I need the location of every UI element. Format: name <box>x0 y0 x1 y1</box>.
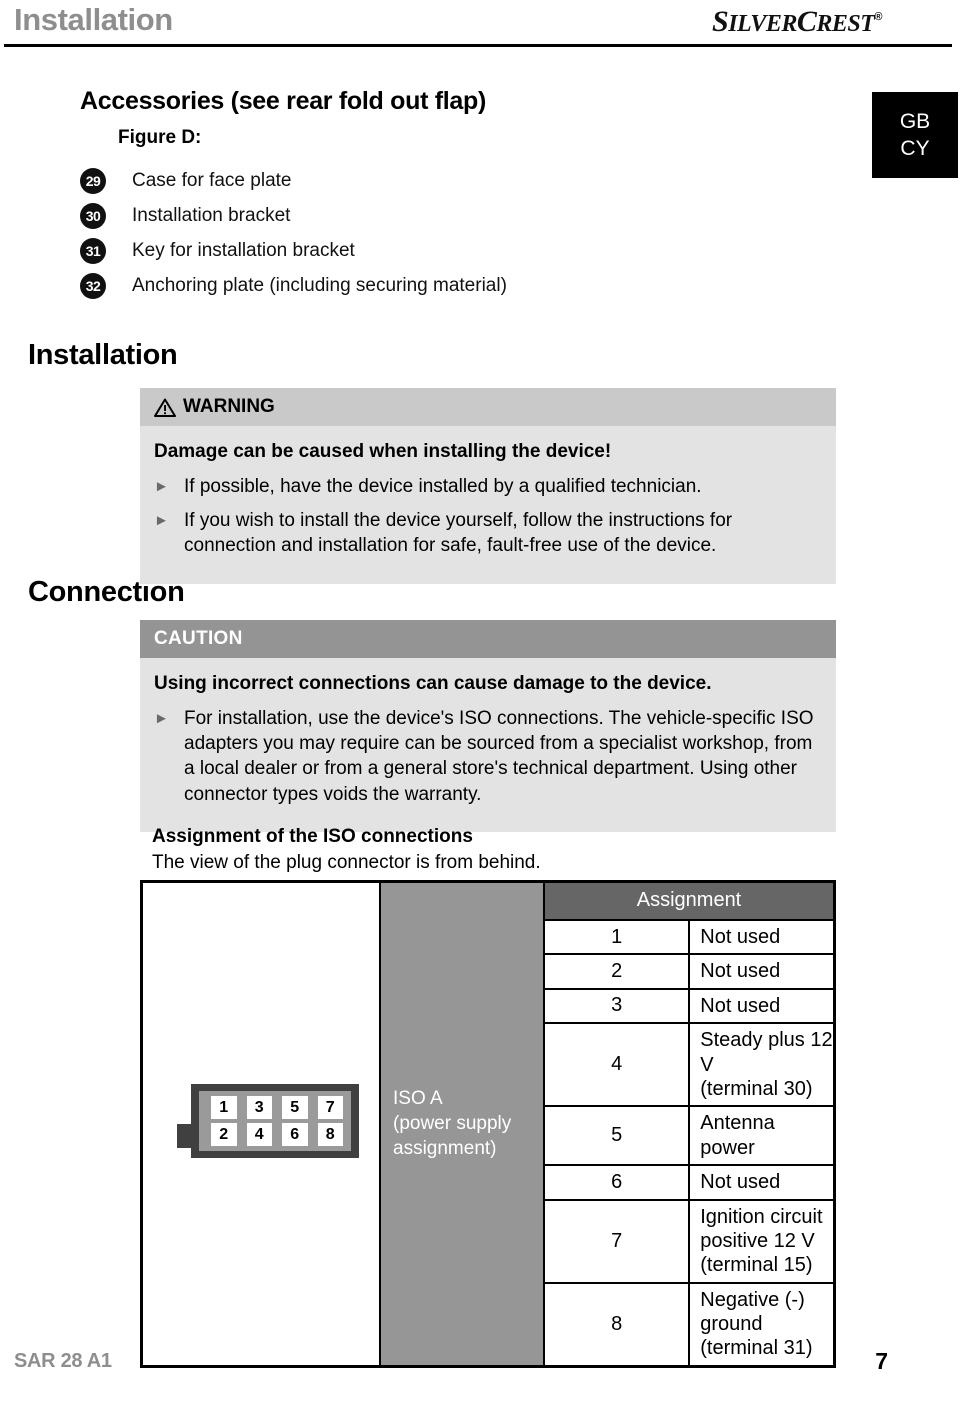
connector-pin: 1 <box>211 1096 237 1120</box>
warning-bullet-text: If you wish to install the device yourse… <box>184 510 733 557</box>
caution-bullet-text: For installation, use the device's ISO c… <box>184 707 814 805</box>
warning-notice-header: WARNING <box>140 388 836 426</box>
accessory-label: Installation bracket <box>132 204 291 226</box>
warning-bullet: ► If you wish to install the device your… <box>154 508 820 559</box>
warning-bullet-text: If possible, have the device installed b… <box>184 475 702 497</box>
assignment-section-title: Assignment of the ISO connections <box>152 826 473 847</box>
page-header: Installation SILVERCREST® <box>0 0 960 52</box>
iso-a-label-line2: (power supply <box>393 1113 512 1135</box>
iso-a-label-cell: ISO A (power supply assignment) <box>379 880 545 1368</box>
triangle-bullet-icon: ► <box>154 512 169 530</box>
connector-pin: 2 <box>211 1123 237 1147</box>
list-item: 29 Case for face plate <box>80 163 780 198</box>
pin-assignment: Not used <box>688 1164 836 1201</box>
language-badge-gb: GB <box>899 110 931 133</box>
pin-number: 1 <box>542 918 691 956</box>
iso-connector-diagram: 1 3 5 7 2 4 6 8 <box>177 1084 359 1159</box>
connector-housing: 1 3 5 7 2 4 6 8 <box>191 1084 359 1159</box>
caution-notice-header: CAUTION <box>140 620 836 658</box>
page-title: Installation <box>14 2 173 37</box>
caution-lead-text: Using incorrect connections can cause da… <box>154 673 712 694</box>
accessory-label: Key for installation bracket <box>132 239 355 261</box>
accessory-number-badge: 32 <box>80 272 106 299</box>
pin-assignment: Steady plus 12 V (terminal 30) <box>688 1022 836 1108</box>
accessories-list: 29 Case for face plate 30 Installation b… <box>80 163 780 303</box>
pin-number: 5 <box>542 1105 691 1167</box>
heading-installation: Installation <box>28 339 178 371</box>
table-row: 1 3 5 7 2 4 6 8 ISO A (power supply assi… <box>140 880 836 1368</box>
logo-text-rest: REST <box>816 11 875 37</box>
warning-bullet: ► If possible, have the device installed… <box>154 474 820 499</box>
logo-letter-s: S <box>712 5 729 38</box>
language-badge-cy: CY <box>900 137 930 160</box>
pin-assignment-line1: Negative (-) <box>700 1288 805 1311</box>
accessories-title: Accessories (see rear fold out flap) <box>80 87 487 115</box>
connector-pin: 4 <box>246 1123 272 1147</box>
pin-assignment: Ignition circuit positive 12 V (terminal… <box>688 1198 836 1284</box>
accessory-number-badge: 30 <box>80 202 106 229</box>
warning-triangle-icon <box>154 398 176 417</box>
connector-pin: 8 <box>317 1123 343 1147</box>
iso-assignment-table: 1 3 5 7 2 4 6 8 ISO A (power supply assi… <box>140 880 836 1368</box>
triangle-bullet-icon: ► <box>154 477 169 495</box>
accessory-number-badge: 29 <box>80 167 106 194</box>
accessory-label: Anchoring plate (including securing mate… <box>132 274 507 296</box>
logo-letter-c: C <box>796 5 817 38</box>
figure-label: Figure D: <box>118 127 202 148</box>
pin-assignment: Not used <box>688 918 836 956</box>
caution-notice-label: CAUTION <box>154 628 243 649</box>
pin-number: 4 <box>542 1022 691 1108</box>
connector-pin: 7 <box>317 1096 343 1120</box>
pin-number: 2 <box>542 953 691 990</box>
logo-text-ilver: ILVER <box>728 11 797 37</box>
pin-assignment-line1: Steady plus 12 V <box>700 1029 833 1076</box>
pin-assignment-line2: (terminal 30) <box>700 1077 813 1100</box>
pin-assignment: Not used <box>688 953 836 990</box>
triangle-bullet-icon: ► <box>154 709 169 727</box>
footer-page-number: 7 <box>875 1348 888 1374</box>
accessory-label: Case for face plate <box>132 169 292 191</box>
list-item: 32 Anchoring plate (including securing m… <box>80 268 780 303</box>
caution-bullet: ► For installation, use the device's ISO… <box>154 706 820 807</box>
connector-pin: 6 <box>282 1123 308 1147</box>
silvercrest-logo: SILVERCREST® <box>712 5 882 39</box>
warning-notice-body: Damage can be caused when installing the… <box>140 426 836 584</box>
iso-a-label-line1: ISO A <box>393 1088 443 1110</box>
pin-number: 7 <box>542 1198 691 1284</box>
pin-number: 6 <box>542 1164 691 1201</box>
pin-assignment: Antenna power <box>688 1105 836 1167</box>
connector-diagram-cell: 1 3 5 7 2 4 6 8 <box>140 880 381 1368</box>
pin-assignment-line2: (terminal 15) <box>700 1254 813 1277</box>
list-item: 31 Key for installation bracket <box>80 233 780 268</box>
connector-inner-plate: 1 3 5 7 2 4 6 8 <box>199 1091 351 1152</box>
iso-a-label-line3: assignment) <box>393 1138 497 1160</box>
pin-assignment-line1: Ignition circuit positive 12 V <box>700 1205 823 1252</box>
connector-pin-grid: 1 3 5 7 2 4 6 8 <box>211 1096 343 1147</box>
warning-lead-text: Damage can be caused when installing the… <box>154 441 612 462</box>
language-badge: GB CY <box>872 92 958 178</box>
connector-pin: 5 <box>282 1096 308 1120</box>
assignment-section-subtitle: The view of the plug connector is from b… <box>152 852 541 873</box>
warning-notice: WARNING Damage can be caused when instal… <box>140 388 836 584</box>
pin-assignment: Not used <box>688 987 836 1025</box>
pin-assignment: Negative (-) ground (terminal 31) <box>688 1281 836 1368</box>
list-item: 30 Installation bracket <box>80 198 780 233</box>
assignment-column-header: Assignment <box>543 880 836 921</box>
footer-model-number: SAR 28 A1 <box>14 1350 112 1372</box>
caution-notice: CAUTION Using incorrect connections can … <box>140 620 836 832</box>
caution-notice-body: Using incorrect connections can cause da… <box>140 658 836 832</box>
pin-number: 8 <box>542 1281 691 1368</box>
connector-pin: 3 <box>246 1096 272 1120</box>
pin-number: 3 <box>542 987 691 1025</box>
accessory-number-badge: 31 <box>80 237 106 264</box>
header-divider <box>4 44 952 47</box>
warning-notice-label: WARNING <box>183 396 275 417</box>
registered-trademark-icon: ® <box>874 11 882 23</box>
pin-assignment-line2: ground (terminal 31) <box>700 1313 813 1360</box>
